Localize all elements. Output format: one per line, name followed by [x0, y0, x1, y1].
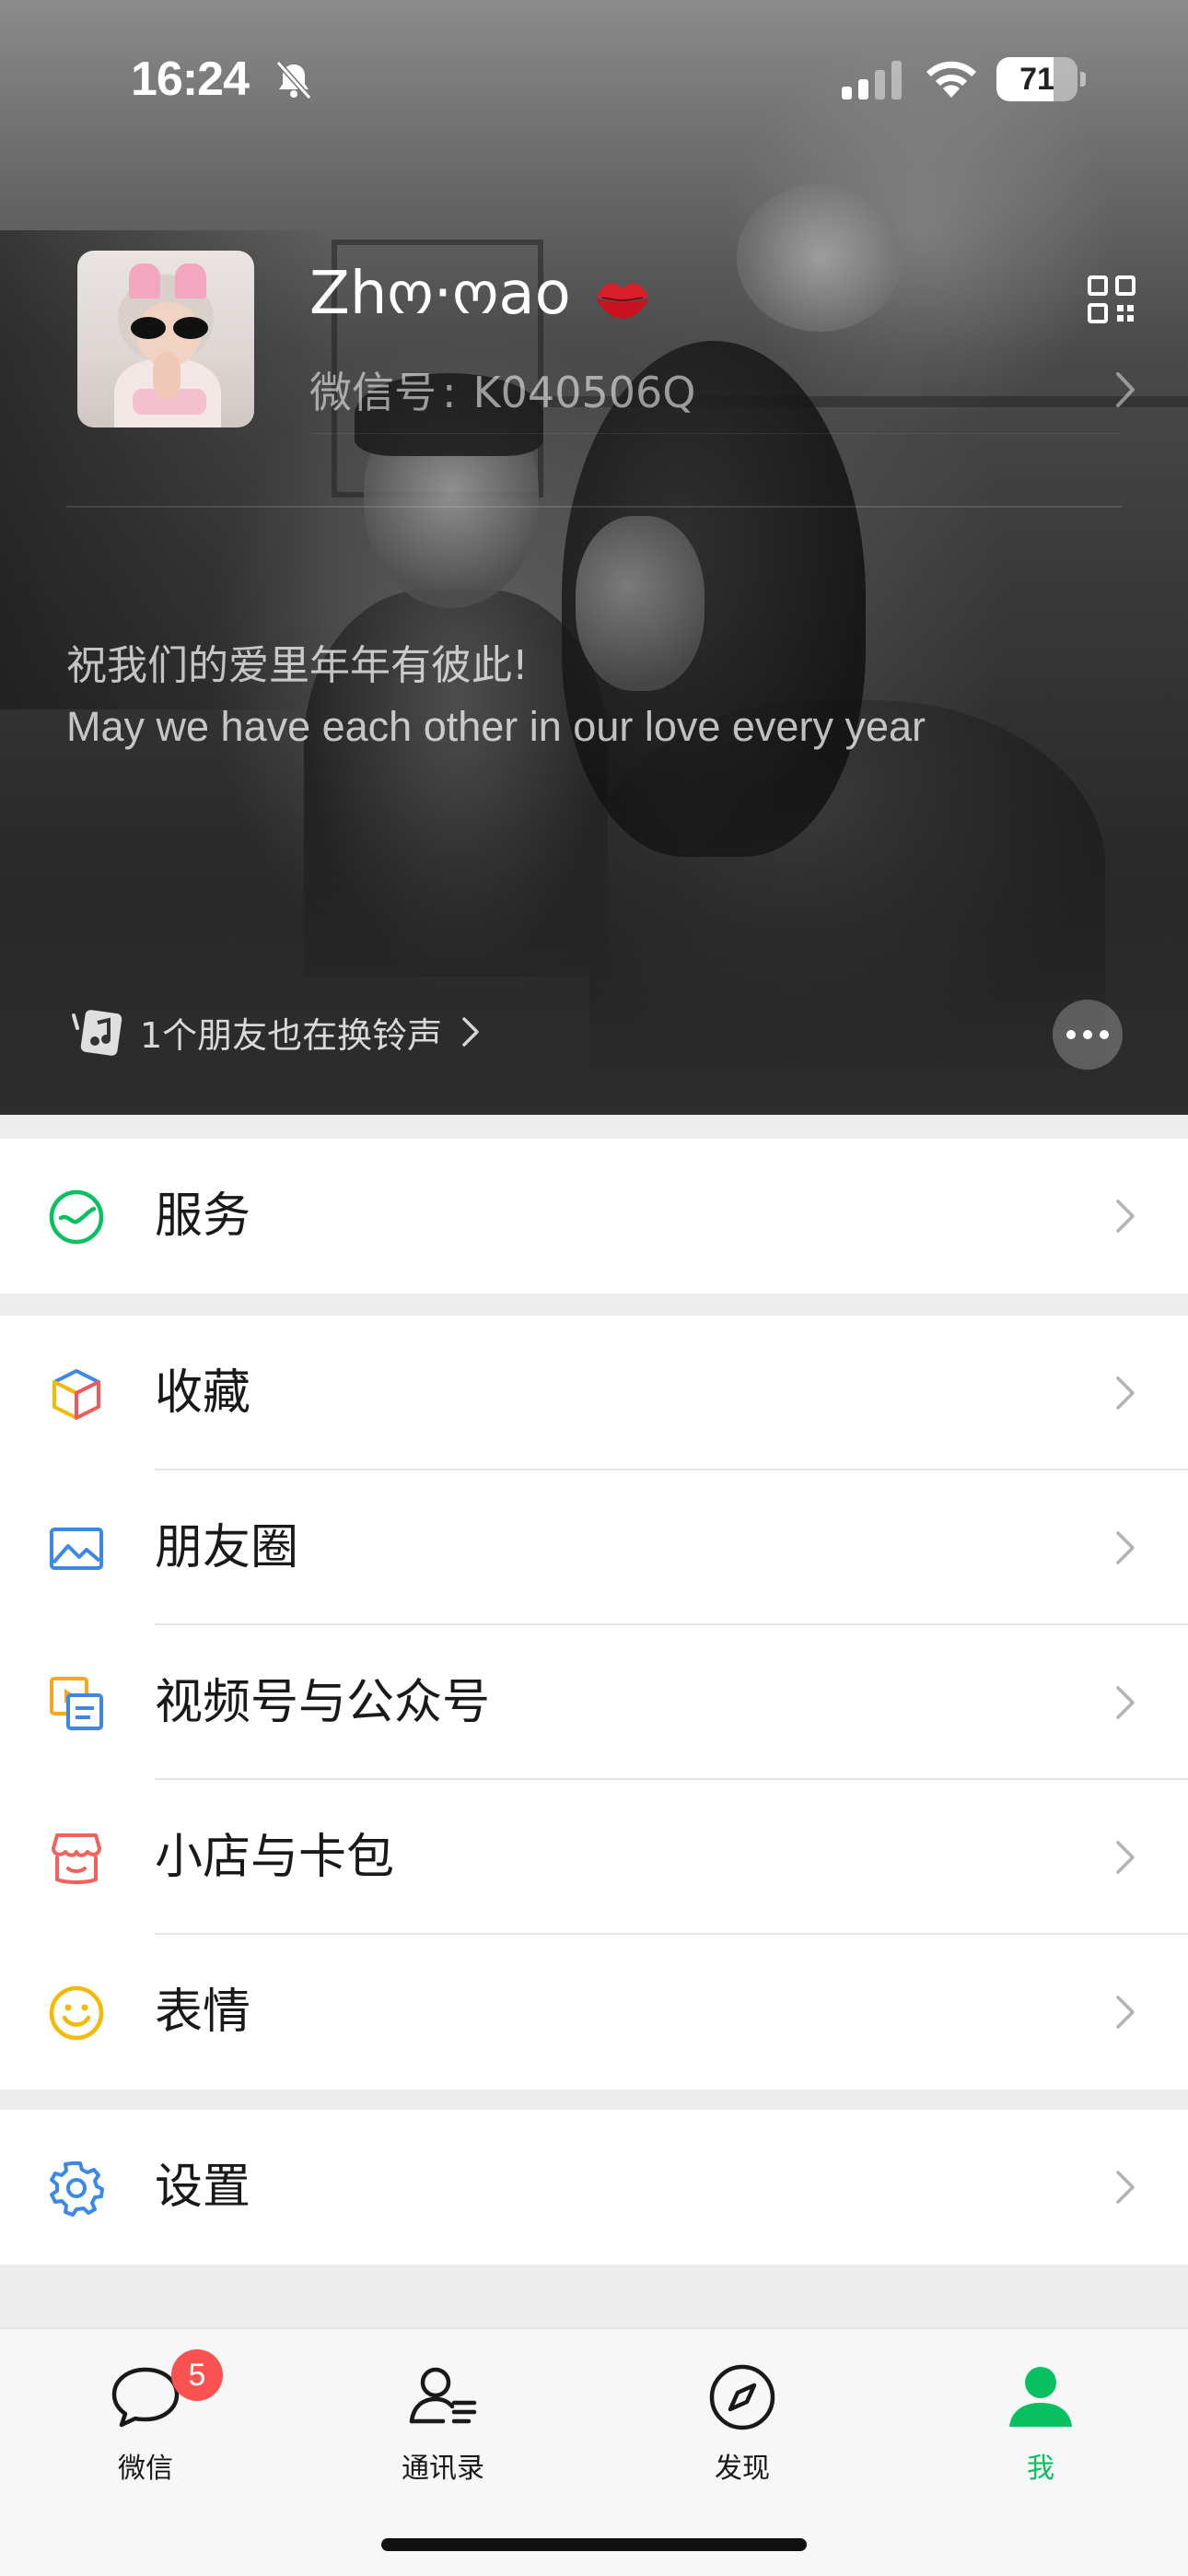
kiss-emoji-icon — [597, 283, 648, 319]
tab-label: 我 — [1027, 2453, 1054, 2485]
menu-item-shop[interactable]: 小店与卡包 — [0, 1780, 1188, 1935]
chevron-right-icon — [1116, 1996, 1135, 2029]
battery-percent: 71 — [1019, 62, 1054, 97]
menu-item-label: 朋友圈 — [155, 1520, 299, 1575]
music-note-icon — [72, 1010, 122, 1056]
cellular-signal-icon — [842, 61, 902, 100]
menu-item-label: 服务 — [155, 1188, 251, 1244]
menu-item-label: 表情 — [155, 1985, 251, 2040]
menu-group-service: 服务 — [0, 1139, 1188, 1294]
menu-item-settings[interactable]: 设置 — [0, 2110, 1188, 2265]
status-message[interactable]: 祝我们的爱里年年有彼此! May we have each other in o… — [66, 636, 1125, 757]
service-icon — [49, 1189, 104, 1245]
tab-label: 发现 — [715, 2453, 770, 2485]
home-indicator[interactable] — [381, 2538, 807, 2551]
status-message-en: May we have each other in our love every… — [66, 703, 926, 750]
wechat-id[interactable]: 微信号: K040506Q — [309, 359, 695, 420]
menu-item-label: 小店与卡包 — [155, 1830, 395, 1885]
battery-indicator: 71 — [996, 57, 1086, 101]
qr-code-icon[interactable] — [1087, 275, 1136, 324]
menu-group-settings: 设置 — [0, 2110, 1188, 2265]
tab-label: 通讯录 — [402, 2453, 484, 2485]
menu-item-channels[interactable]: 视频号与公众号 — [0, 1625, 1188, 1780]
profile-header: 16:24 71 Zhო·ოao 微信号: K040506Q 祝我们的爱里年年… — [0, 0, 1188, 1115]
profile-divider — [309, 433, 1122, 434]
bell-muted-icon — [275, 60, 312, 100]
wechat-id-value: K040506Q — [472, 368, 696, 417]
menu-item-label: 视频号与公众号 — [155, 1675, 491, 1730]
wechat-id-separator: : — [442, 368, 457, 417]
chevron-right-icon — [1116, 2171, 1135, 2204]
status-time: 16:24 — [131, 53, 250, 106]
gear-icon — [50, 2161, 104, 2217]
profile-divider — [66, 506, 1122, 508]
chevron-right-icon — [1116, 1200, 1135, 1233]
tab-label: 微信 — [118, 2453, 173, 2485]
tab-chats[interactable]: 5 微信 — [53, 2349, 238, 2499]
menu-item-moments[interactable]: 朋友圈 — [0, 1470, 1188, 1625]
chevron-right-icon — [1116, 1841, 1135, 1874]
menu-item-favorites[interactable]: 收藏 — [0, 1316, 1188, 1470]
tab-me[interactable]: 我 — [949, 2360, 1133, 2499]
background-photo-decoration — [737, 184, 903, 332]
channels-icon — [50, 1677, 103, 1730]
chevron-right-icon — [1116, 1376, 1135, 1410]
nickname[interactable]: Zhო·ოao — [309, 260, 571, 328]
background-photo-fade — [0, 792, 1188, 1115]
tab-contacts[interactable]: 通讯录 — [351, 2360, 535, 2499]
unread-badge: 5 — [171, 2349, 223, 2401]
status-bar: 16:24 71 — [0, 0, 1188, 157]
moments-image-icon — [50, 1528, 103, 1570]
menu-item-stickers[interactable]: 表情 — [0, 1935, 1188, 2090]
menu-item-service[interactable]: 服务 — [0, 1139, 1188, 1294]
contacts-icon — [409, 2367, 477, 2424]
chevron-right-icon[interactable] — [1112, 369, 1138, 411]
wifi-icon — [926, 61, 976, 98]
status-message-cn: 祝我们的爱里年年有彼此! — [66, 642, 529, 689]
compass-icon — [709, 2364, 775, 2430]
person-icon — [1009, 2367, 1072, 2427]
menu-item-label: 设置 — [155, 2160, 251, 2215]
chevron-right-icon — [1116, 1531, 1135, 1564]
ringtone-link[interactable]: 1个朋友也在换铃声 — [72, 1002, 481, 1061]
wechat-id-label: 微信号 — [309, 368, 437, 417]
chevron-right-icon — [462, 1017, 479, 1047]
chevron-right-icon — [1116, 1686, 1135, 1719]
ringtone-text: 1个朋友也在换铃声 — [140, 1014, 443, 1056]
more-options-button[interactable] — [1053, 1000, 1123, 1070]
favorites-cube-icon — [52, 1369, 100, 1420]
shop-icon — [52, 1833, 101, 1884]
tab-discover[interactable]: 发现 — [650, 2360, 834, 2499]
avatar[interactable] — [77, 251, 254, 427]
menu-item-label: 收藏 — [155, 1365, 251, 1421]
smiley-icon — [49, 1985, 104, 2041]
menu-group-main: 收藏 朋友圈 视频号与公众号 小店与卡包 表情 — [0, 1316, 1188, 2090]
